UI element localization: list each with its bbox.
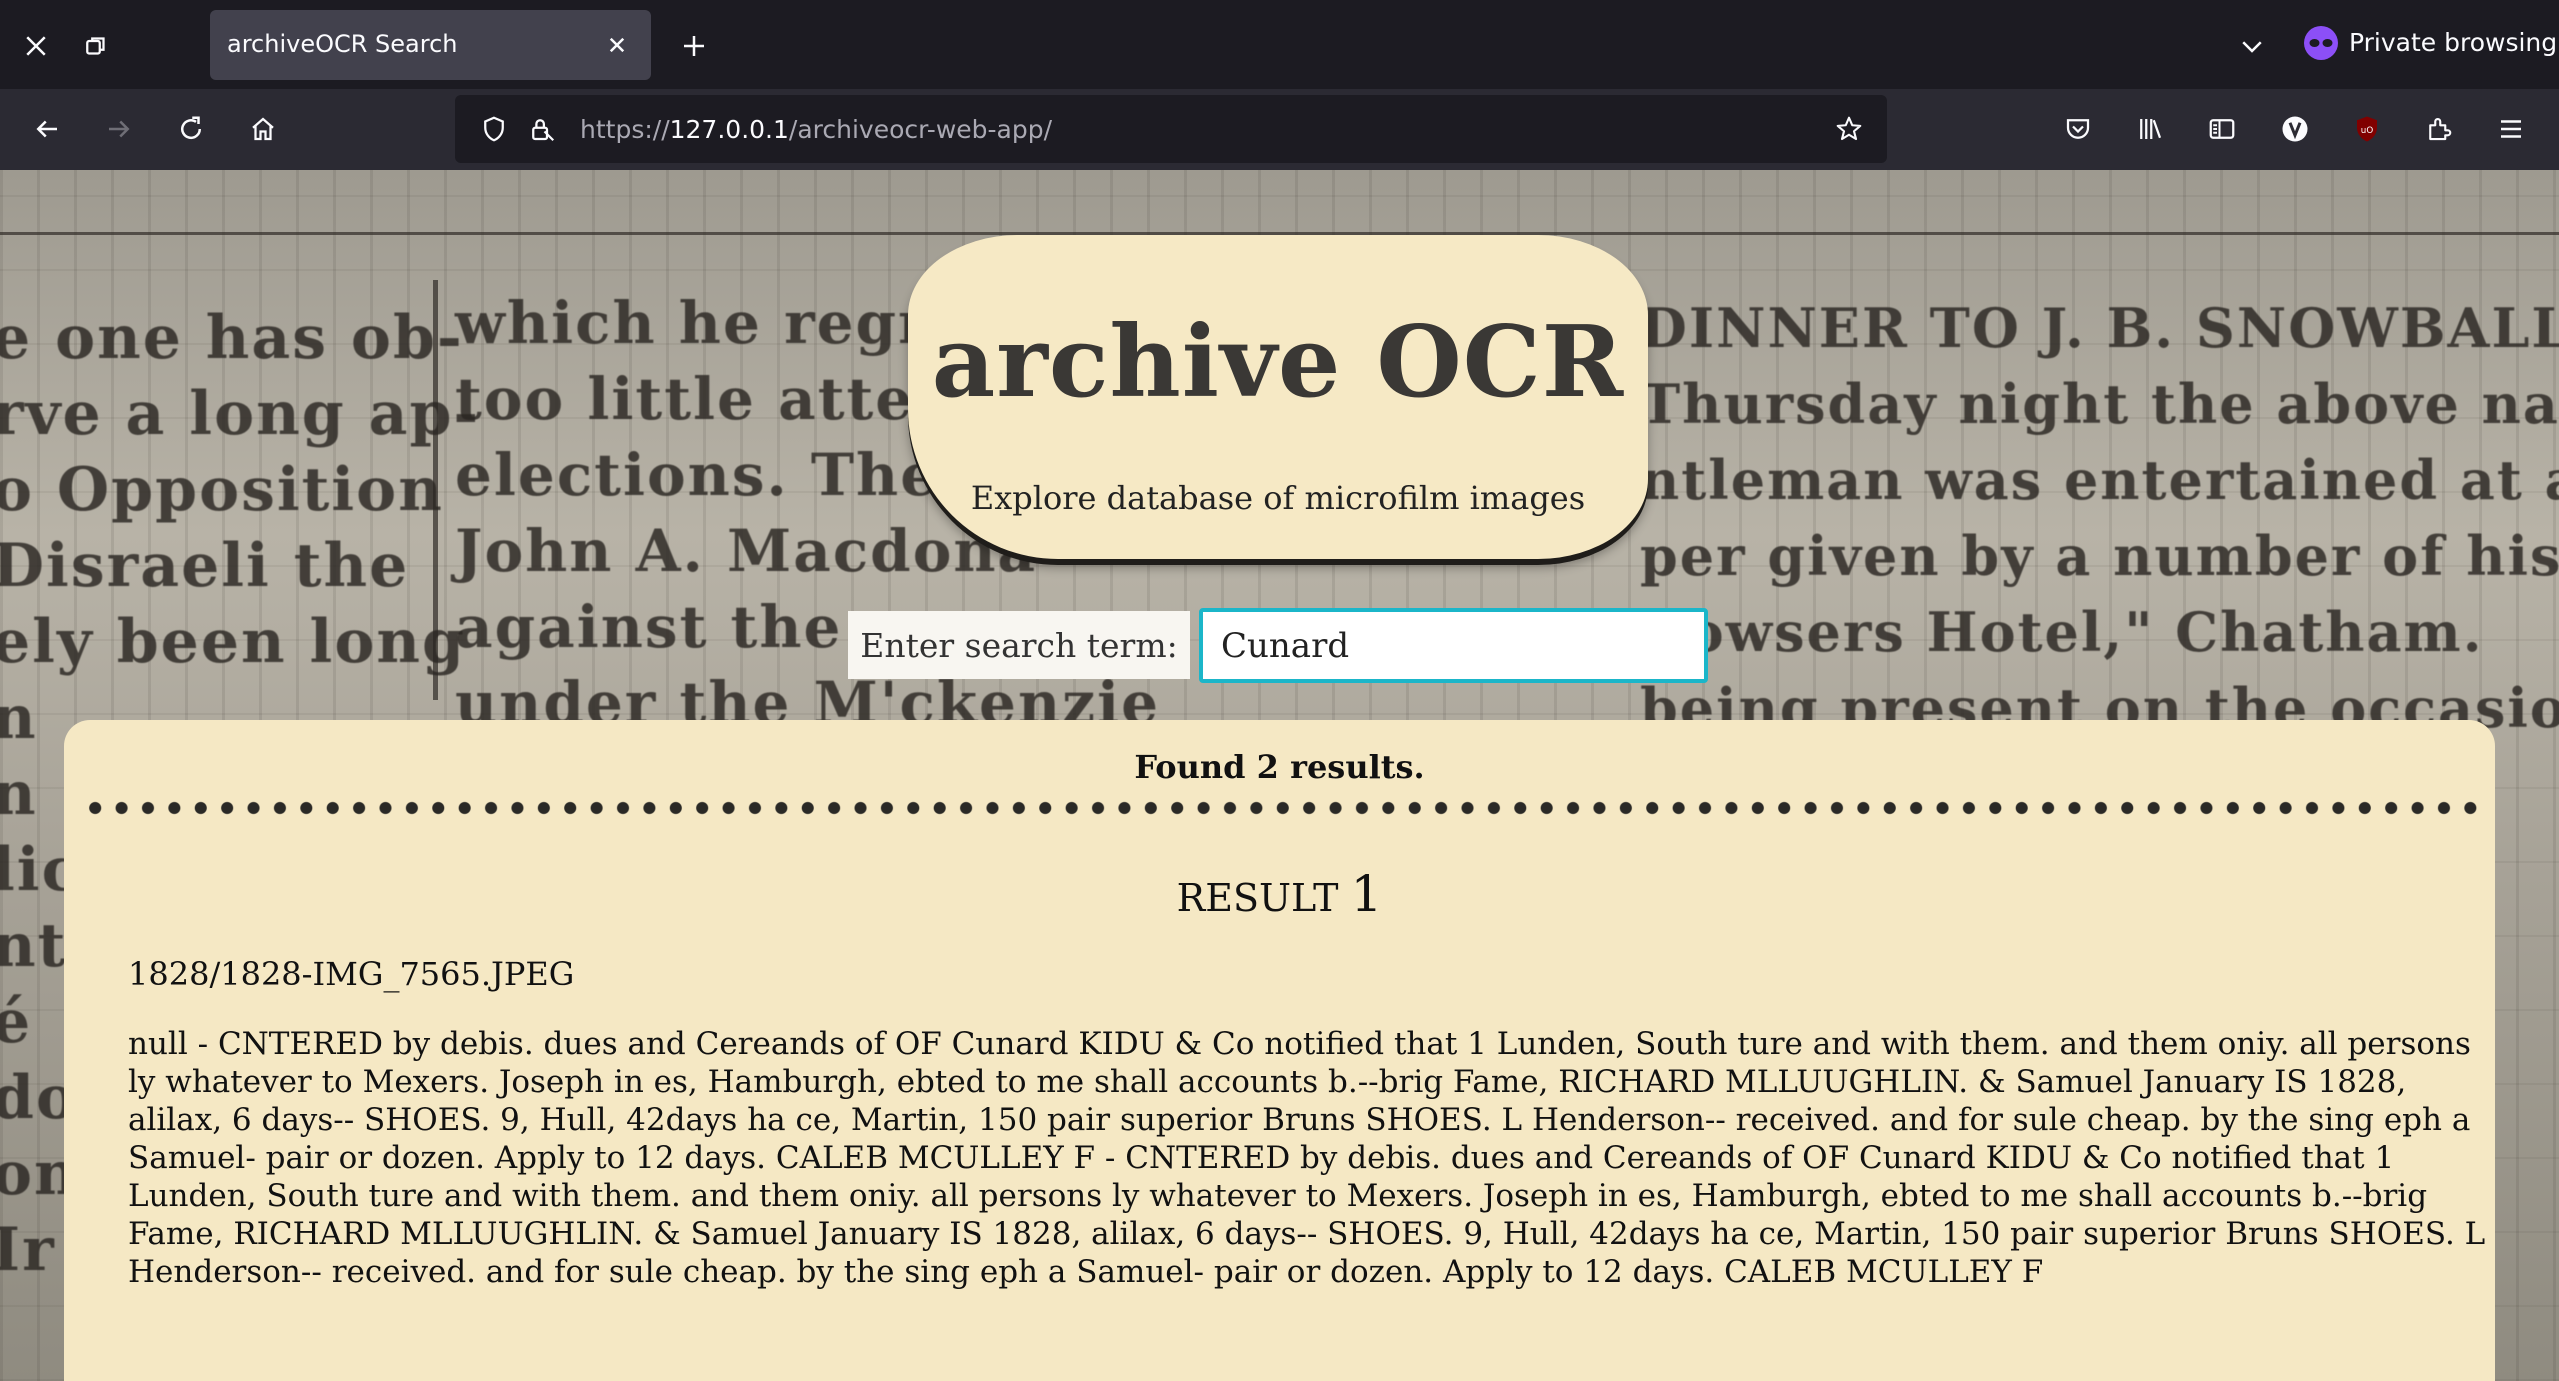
search-input[interactable] [1199, 608, 1708, 683]
results-count: Found 2 results. [1134, 748, 1425, 786]
extensions-puzzle-icon[interactable] [2415, 105, 2463, 153]
dotted-divider [82, 801, 2477, 815]
site-title: archive OCR [931, 305, 1625, 420]
forward-arrow-icon[interactable] [95, 105, 143, 153]
sidebar-toggle-icon[interactable] [2198, 105, 2246, 153]
url-bar[interactable]: https://127.0.0.1/archiveocr-web-app/ [455, 95, 1887, 163]
result-heading-word: RESULT [1176, 876, 1339, 920]
extension-v-icon[interactable] [2271, 105, 2319, 153]
newspaper-line: Thursday night the above nar [1640, 372, 2559, 436]
private-browsing-label: Private browsing [2349, 28, 2558, 57]
tab-archiveocr-search[interactable]: archiveOCR Search [210, 10, 651, 80]
url-text[interactable]: https://127.0.0.1/archiveocr-web-app/ [580, 115, 1052, 144]
bookmark-star-icon[interactable] [1825, 105, 1873, 153]
reload-icon[interactable] [167, 105, 215, 153]
newspaper-line: o Opposition [0, 455, 444, 525]
hamburger-menu-icon[interactable] [2487, 105, 2535, 153]
back-arrow-icon[interactable] [23, 105, 71, 153]
result-heading-number: 1 [1350, 865, 1383, 923]
newspaper-line: ntleman was entertained at a S [1640, 448, 2559, 512]
newspaper-line: Bowsers Hotel," Chatham. [1640, 600, 2484, 664]
newspaper-line: Disraeli the [0, 531, 410, 601]
result-heading: RESULT 1 [64, 865, 2495, 923]
restore-window-icon[interactable] [72, 22, 120, 70]
tab-close-icon[interactable] [593, 21, 641, 69]
pocket-icon[interactable] [2054, 105, 2102, 153]
browser-tab-bar: archiveOCR Search Private browsing [0, 0, 2559, 89]
site-subtitle: Explore database of microfilm images [970, 479, 1586, 517]
home-icon[interactable] [239, 105, 287, 153]
newspaper-line: DINNER TO J. B. SNOWBALL, Esq [1640, 296, 2559, 360]
private-browsing-mask-icon [2304, 26, 2338, 60]
close-window-icon[interactable] [12, 22, 60, 70]
tab-title: archiveOCR Search [227, 30, 458, 58]
result-ocr-text: null - CNTERED by debis. dues and Cerean… [128, 1026, 2486, 1290]
tracking-protection-shield-icon[interactable] [470, 105, 518, 153]
newspaper-column-right: DINNER TO J. B. SNOWBALL, Esq Thursday ni… [1640, 290, 2559, 746]
list-all-tabs-chevron-down-icon[interactable] [2228, 22, 2276, 70]
newspaper-line: e one has ob- [0, 303, 464, 373]
page-content: e one has ob-rve a long ap-o Opposition … [0, 170, 2559, 1381]
newspaper-line: ely been long [0, 607, 466, 677]
results-panel: Found 2 results. RESULT 1 1828/1828-IMG_… [64, 720, 2495, 1381]
result-filename: 1828/1828-IMG_7565.JPEG [128, 955, 575, 993]
ublock-origin-icon[interactable]: uO [2343, 105, 2391, 153]
svg-text:uO: uO [2361, 126, 2374, 136]
newspaper-line: rve a long ap- [0, 379, 481, 449]
search-label: Enter search term: [848, 611, 1190, 679]
new-tab-icon[interactable] [670, 22, 718, 70]
site-header: archive OCR Explore database of microfil… [908, 235, 1648, 559]
library-icon[interactable] [2126, 105, 2174, 153]
insecure-lock-icon[interactable] [518, 105, 566, 153]
browser-nav-bar: https://127.0.0.1/archiveocr-web-app/ uO [0, 89, 2559, 170]
newspaper-line: per given by a number of his frien [1640, 524, 2559, 588]
